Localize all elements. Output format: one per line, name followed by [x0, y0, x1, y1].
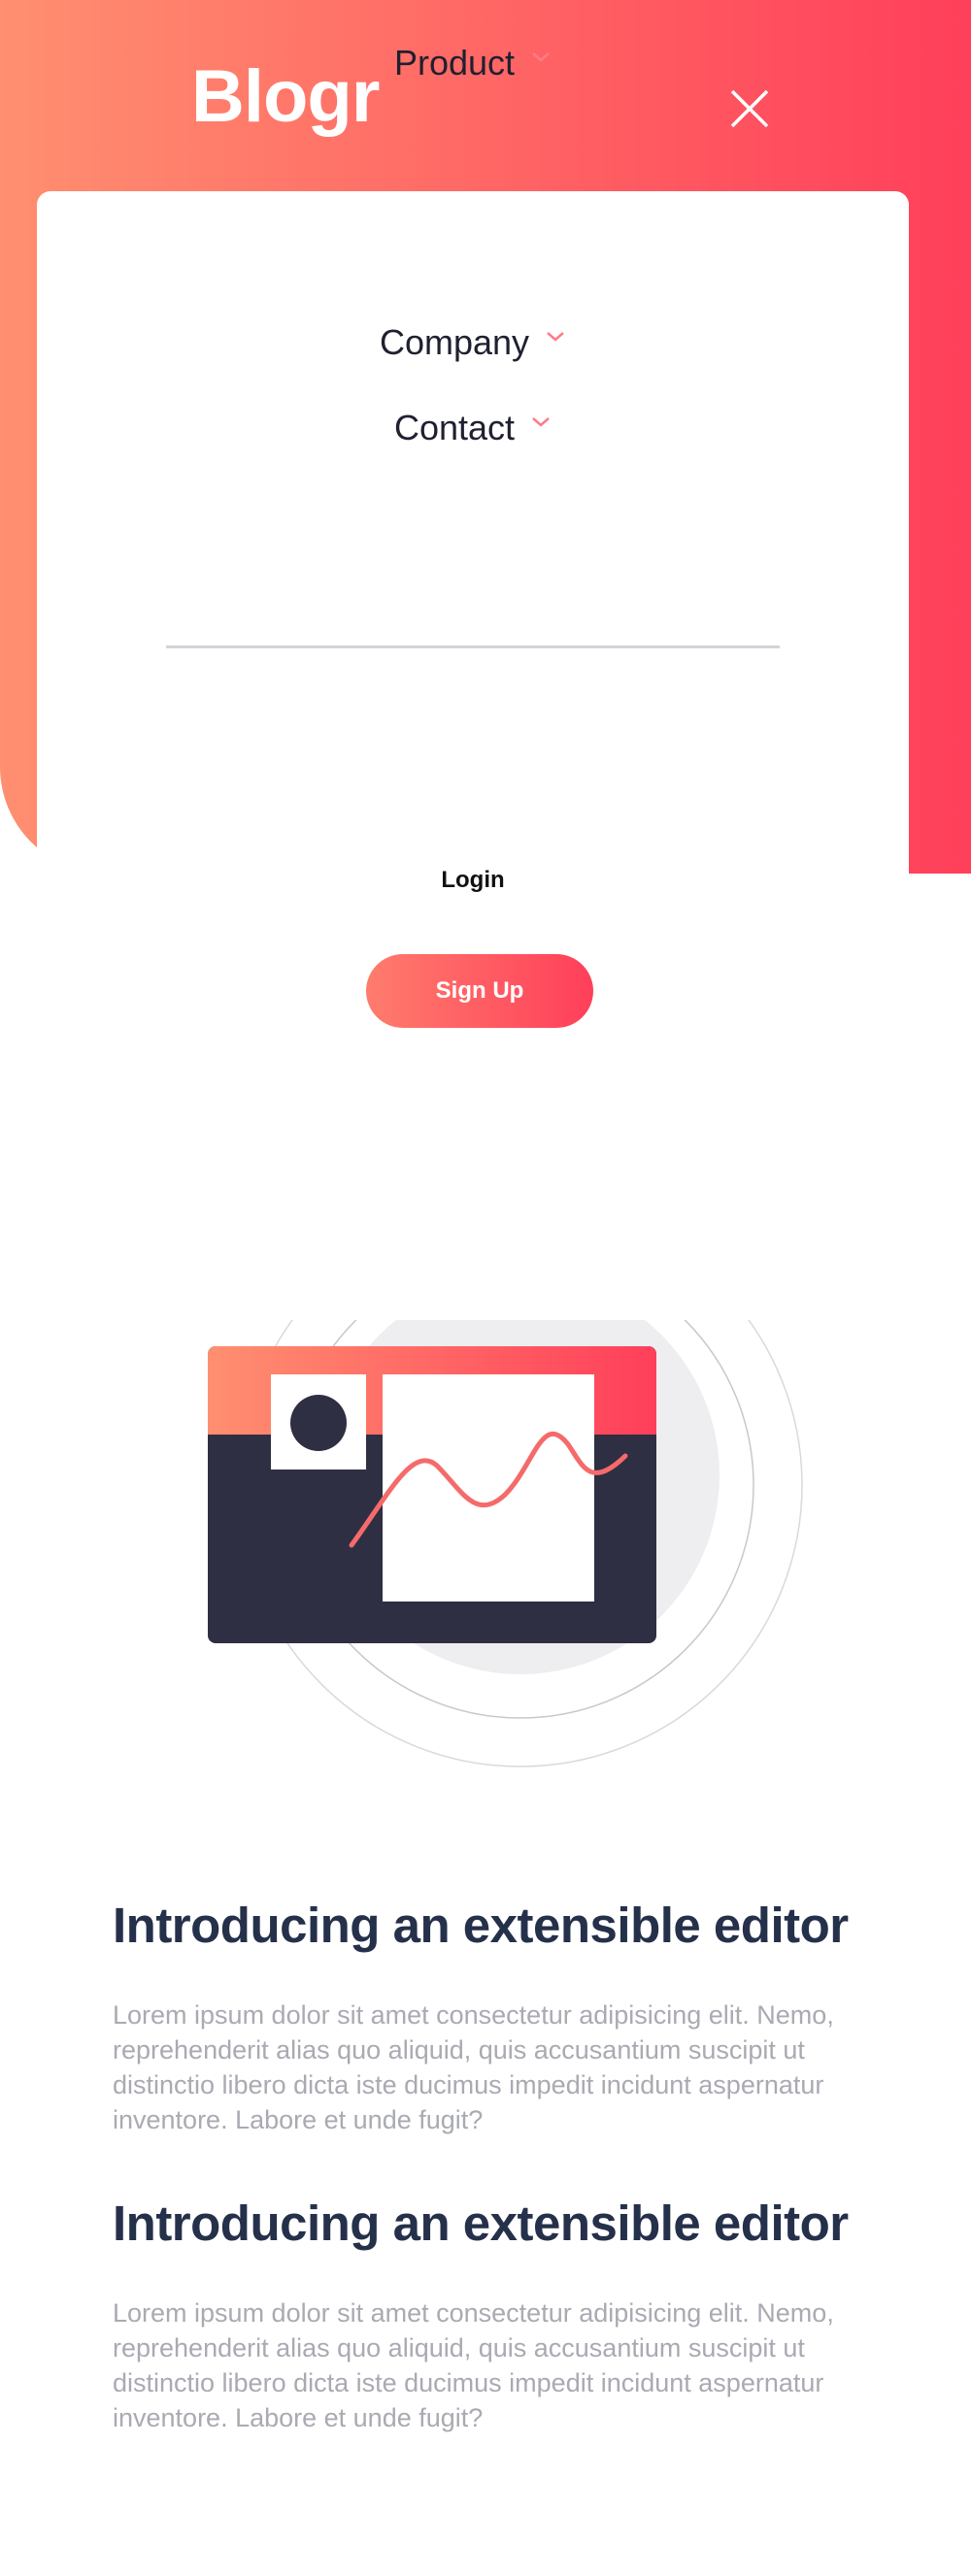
editor-illustration [175, 1291, 816, 1796]
section-body: Lorem ipsum dolor sit amet consectetur a… [113, 2000, 834, 2134]
nav-item-contact[interactable]: Contact [37, 409, 909, 446]
nav-item-label: Product [393, 43, 516, 83]
close-menu-button[interactable] [719, 78, 781, 140]
mobile-menu-panel: Product Company Contact Login Sign Up [37, 46, 909, 1028]
editor-illustration-graphic [208, 1320, 803, 1767]
section-body: Lorem ipsum dolor sit amet consectetur a… [113, 2298, 834, 2432]
close-icon [730, 89, 769, 128]
nav-item-product[interactable]: Product [37, 44, 909, 81]
chevron-down-icon [532, 417, 550, 428]
nav-item-label: Contact [393, 408, 516, 448]
signup-button[interactable]: Sign Up [366, 954, 593, 1028]
chevron-down-icon [547, 332, 564, 343]
avatar [290, 1395, 347, 1451]
login-link[interactable]: Login [37, 867, 909, 894]
section-title: Introducing an extensible editor [113, 2196, 849, 2251]
chevron-down-icon [532, 52, 550, 63]
nav-item-label: Company [379, 322, 530, 363]
menu-divider [166, 645, 780, 648]
section-title: Introducing an extensible editor [113, 1898, 849, 1953]
nav-item-company[interactable]: Company [37, 323, 909, 360]
content-card [383, 1374, 594, 1602]
